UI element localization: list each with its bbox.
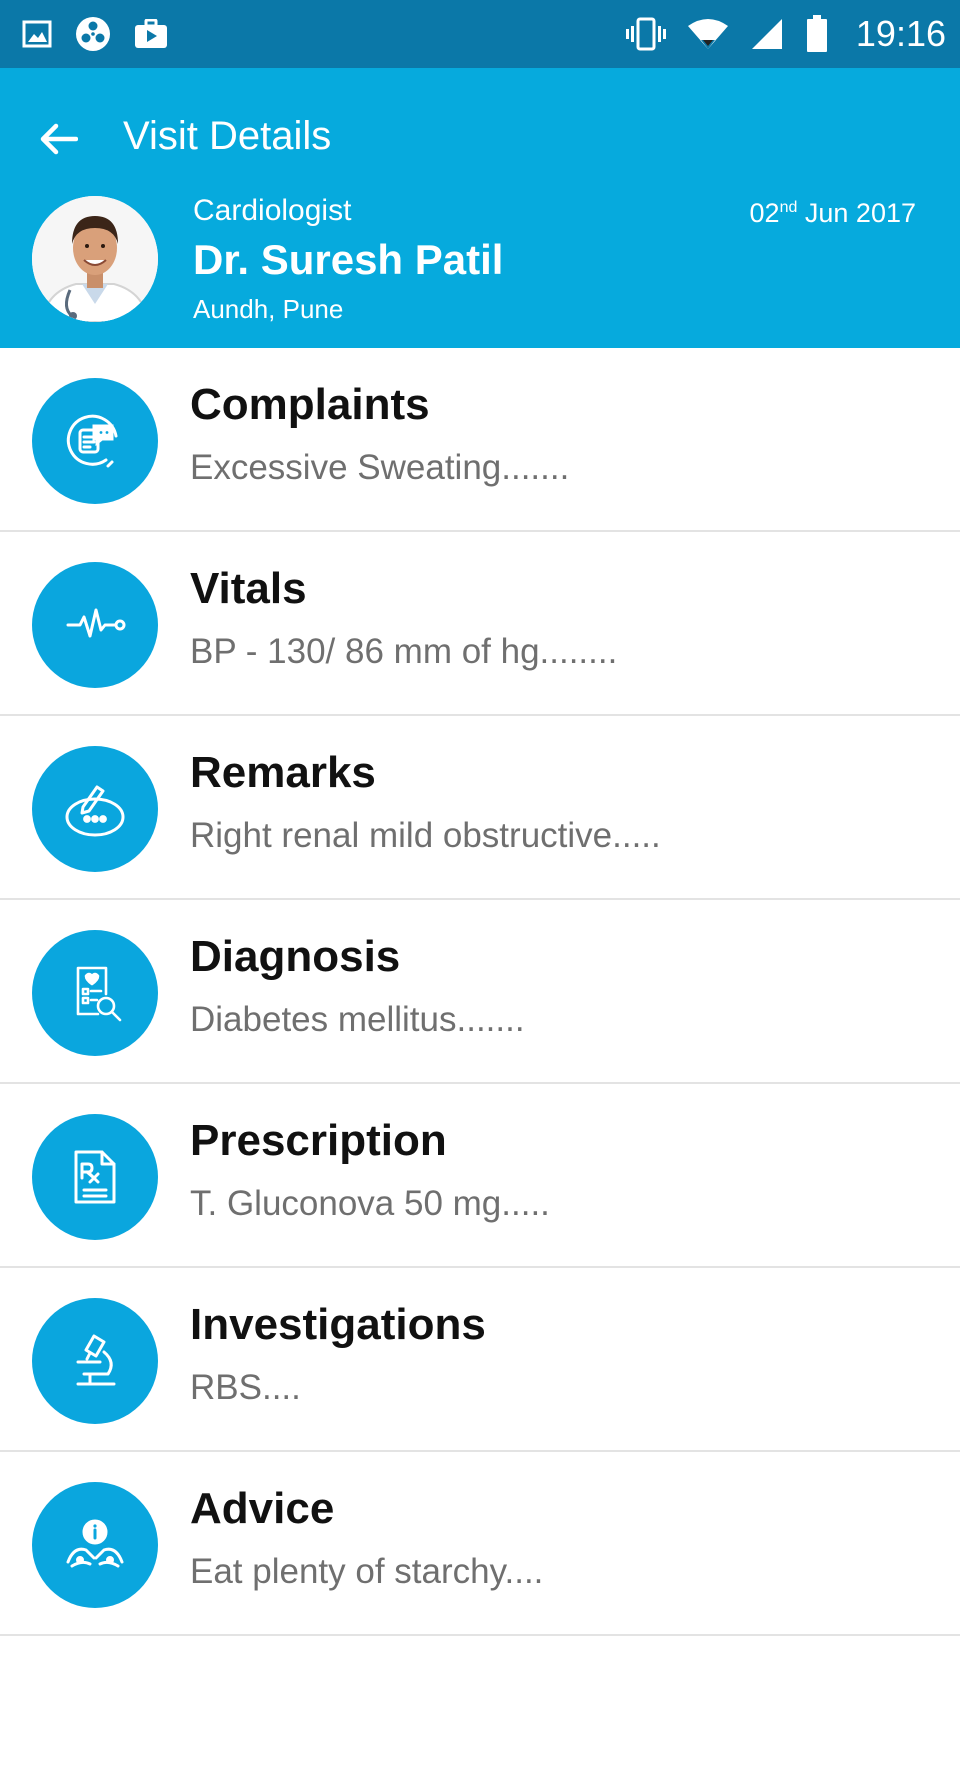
back-button[interactable] — [28, 110, 88, 168]
microscope-icon — [32, 1298, 158, 1424]
complaints-chat-icon — [32, 378, 158, 504]
section-title: Diagnosis — [190, 932, 401, 981]
section-summary: Excessive Sweating....... — [190, 448, 570, 487]
doctor-avatar — [32, 196, 158, 322]
section-summary: Eat plenty of starchy.... — [190, 1552, 544, 1591]
section-summary: BP - 130/ 86 mm of hg........ — [190, 632, 618, 671]
status-time: 19:16 — [855, 13, 946, 54]
briefcase-icon — [134, 19, 168, 49]
doctor-specialty: Cardiologist — [193, 194, 352, 227]
status-bar: 19:16 — [0, 0, 960, 68]
section-summary: Right renal mild obstructive..... — [190, 816, 661, 855]
wifi-icon — [687, 18, 728, 50]
page-title: Visit Details — [123, 114, 332, 158]
section-remarks[interactable]: Remarks Right renal mild obstructive....… — [0, 716, 960, 900]
visit-date: 02nd Jun 2017 — [750, 198, 916, 229]
section-summary: Diabetes mellitus....... — [190, 1000, 525, 1039]
section-title: Vitals — [190, 564, 307, 613]
section-title: Complaints — [190, 380, 430, 429]
cell-signal-icon — [750, 18, 784, 50]
advice-info-hands-icon — [32, 1482, 158, 1608]
vibrate-icon — [625, 17, 666, 51]
section-complaints[interactable]: Complaints Excessive Sweating....... — [0, 348, 960, 532]
status-system-icons: 19:16 — [625, 13, 946, 55]
section-vitals[interactable]: Vitals BP - 130/ 86 mm of hg........ — [0, 532, 960, 716]
section-title: Investigations — [190, 1300, 486, 1349]
visit-date-month-year: Jun 2017 — [804, 198, 916, 228]
visit-sections-list: Complaints Excessive Sweating....... Vit… — [0, 348, 960, 1636]
section-title: Prescription — [190, 1116, 447, 1165]
section-advice[interactable]: Advice Eat plenty of starchy.... — [0, 1452, 960, 1636]
diagnosis-report-search-icon — [32, 930, 158, 1056]
section-summary: RBS.... — [190, 1368, 301, 1407]
visit-date-day: 02 — [749, 198, 780, 228]
doctor-location: Aundh, Pune — [193, 294, 344, 324]
heartbeat-icon — [32, 562, 158, 688]
section-title: Remarks — [190, 748, 376, 797]
section-diagnosis[interactable]: Diagnosis Diabetes mellitus....... — [0, 900, 960, 1084]
back-arrow-icon — [40, 123, 78, 155]
section-title: Advice — [190, 1484, 335, 1533]
media-reel-icon — [74, 15, 112, 53]
section-summary: T. Gluconova 50 mg..... — [190, 1184, 550, 1223]
section-investigations[interactable]: Investigations RBS.... — [0, 1268, 960, 1452]
gallery-icon — [22, 19, 52, 49]
doctor-name: Dr. Suresh Patil — [193, 236, 504, 283]
visit-header: Visit Details Cardiologist Dr. Suresh Pa… — [0, 68, 960, 348]
section-prescription[interactable]: Prescription T. Gluconova 50 mg..... — [0, 1084, 960, 1268]
prescription-rx-icon — [32, 1114, 158, 1240]
visit-date-suffix: nd — [779, 199, 798, 216]
remarks-pencil-bubble-icon — [32, 746, 158, 872]
battery-icon — [806, 15, 828, 53]
status-notification-icons — [22, 15, 168, 53]
